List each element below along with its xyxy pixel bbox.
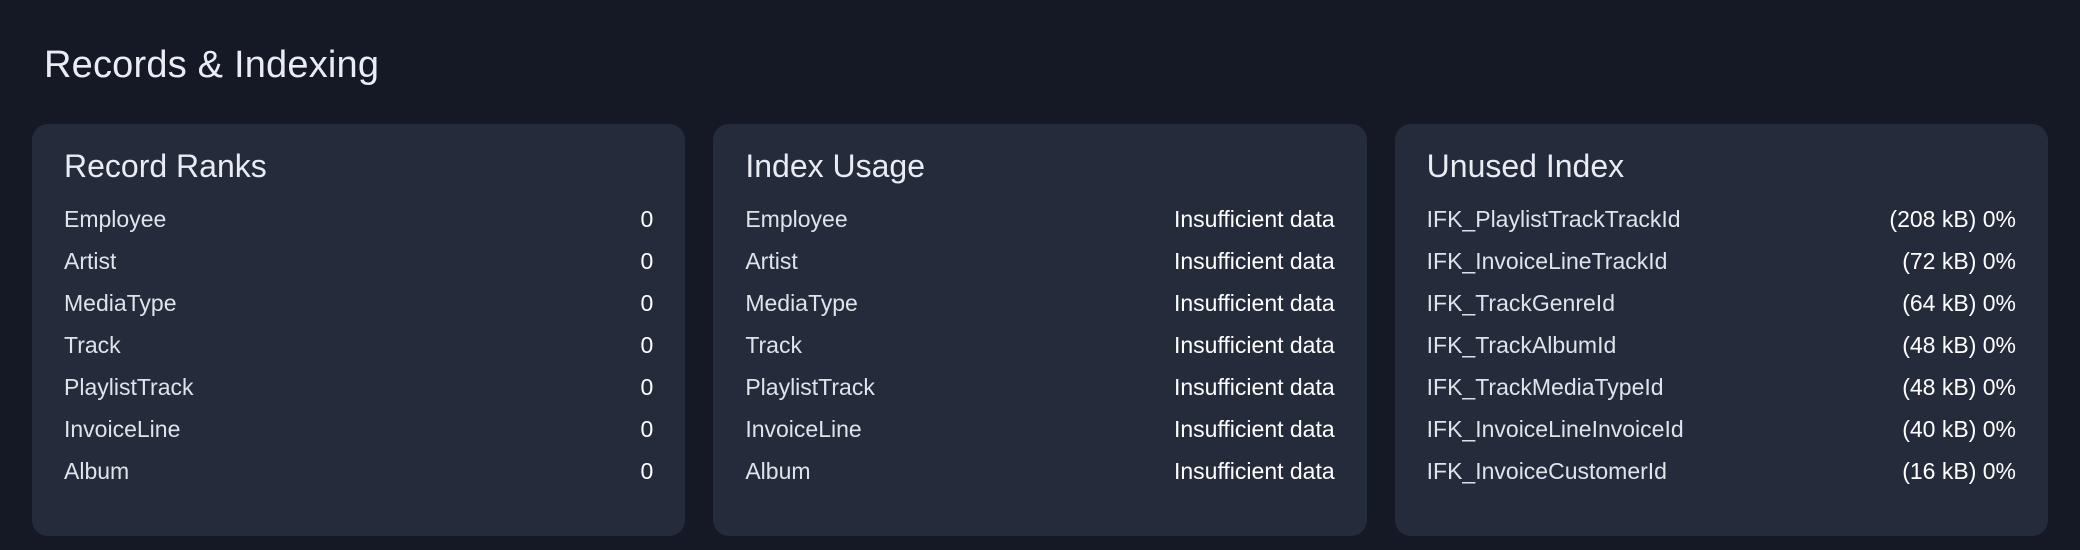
list-item[interactable]: InvoiceLine Insufficient data (741, 416, 1338, 458)
row-value: (72 kB) 0% (1902, 248, 2016, 274)
page-title: Records & Indexing (44, 44, 380, 87)
row-label: IFK_TrackAlbumId (1426, 332, 1617, 358)
row-label: IFK_TrackMediaTypeId (1426, 374, 1664, 400)
row-label: PlaylistTrack (64, 374, 194, 400)
list-item[interactable]: IFK_InvoiceLineTrackId (72 kB) 0% (1423, 248, 2020, 290)
list-item[interactable]: Employee Insufficient data (741, 206, 1338, 248)
row-value: Insufficient data (1173, 206, 1335, 232)
card-title-unused-index: Unused Index (1426, 148, 1625, 184)
row-label: InvoiceLine (64, 416, 181, 442)
row-value: (64 kB) 0% (1902, 290, 2016, 316)
row-value: 0 (640, 206, 654, 232)
row-value: (16 kB) 0% (1902, 458, 2016, 484)
card-title-record-ranks: Record Ranks (64, 148, 267, 184)
row-label: IFK_InvoiceLineInvoiceId (1426, 416, 1684, 442)
row-value: 0 (640, 416, 654, 442)
list-item[interactable]: IFK_TrackGenreId (64 kB) 0% (1423, 290, 2020, 332)
cards-container: Record Ranks Employee 0 Artist 0 MediaTy… (32, 124, 2048, 536)
list-item[interactable]: InvoiceLine 0 (60, 416, 657, 458)
row-label: Album (64, 458, 130, 484)
list-item[interactable]: PlaylistTrack Insufficient data (741, 374, 1338, 416)
row-value: 0 (640, 374, 654, 400)
card-record-ranks: Record Ranks Employee 0 Artist 0 MediaTy… (32, 124, 686, 536)
row-label: IFK_PlaylistTrackTrackId (1426, 206, 1681, 232)
list-item[interactable]: Album 0 (60, 458, 657, 500)
row-value: Insufficient data (1173, 290, 1335, 316)
row-label: Track (745, 332, 802, 358)
list-item[interactable]: IFK_TrackAlbumId (48 kB) 0% (1423, 332, 2020, 374)
row-value: 0 (640, 290, 654, 316)
row-label: Employee (64, 206, 167, 232)
row-value: Insufficient data (1173, 332, 1335, 358)
row-value: 0 (640, 248, 654, 274)
row-value: (208 kB) 0% (1889, 206, 2016, 232)
list-item[interactable]: Track 0 (60, 332, 657, 374)
list-item[interactable]: PlaylistTrack 0 (60, 374, 657, 416)
unused-index-list: IFK_PlaylistTrackTrackId (208 kB) 0% IFK… (1423, 206, 2020, 500)
row-label: Employee (745, 206, 848, 232)
row-label: MediaType (745, 290, 858, 316)
row-label: IFK_TrackGenreId (1426, 290, 1615, 316)
row-value: Insufficient data (1173, 248, 1335, 274)
row-label: MediaType (64, 290, 177, 316)
row-label: Artist (745, 248, 798, 274)
records-indexing-page: Records & Indexing Record Ranks Employee… (0, 0, 2080, 550)
row-label: InvoiceLine (745, 416, 862, 442)
row-value: Insufficient data (1173, 416, 1335, 442)
index-usage-list: Employee Insufficient data Artist Insuff… (741, 206, 1338, 500)
row-value: 0 (640, 458, 654, 484)
row-label: PlaylistTrack (745, 374, 875, 400)
list-item[interactable]: IFK_InvoiceLineInvoiceId (40 kB) 0% (1423, 416, 2020, 458)
card-unused-index: Unused Index IFK_PlaylistTrackTrackId (2… (1394, 124, 2048, 536)
row-value: (40 kB) 0% (1902, 416, 2016, 442)
row-label: Album (745, 458, 811, 484)
list-item[interactable]: IFK_InvoiceCustomerId (16 kB) 0% (1423, 458, 2020, 500)
list-item[interactable]: Album Insufficient data (741, 458, 1338, 500)
list-item[interactable]: Artist Insufficient data (741, 248, 1338, 290)
row-value: (48 kB) 0% (1902, 332, 2016, 358)
row-value: 0 (640, 332, 654, 358)
row-label: IFK_InvoiceLineTrackId (1426, 248, 1668, 274)
list-item[interactable]: IFK_PlaylistTrackTrackId (208 kB) 0% (1423, 206, 2020, 248)
row-label: Track (64, 332, 121, 358)
row-label: Artist (64, 248, 117, 274)
list-item[interactable]: Employee 0 (60, 206, 657, 248)
list-item[interactable]: MediaType 0 (60, 290, 657, 332)
list-item[interactable]: MediaType Insufficient data (741, 290, 1338, 332)
row-label: IFK_InvoiceCustomerId (1426, 458, 1667, 484)
row-value: (48 kB) 0% (1902, 374, 2016, 400)
list-item[interactable]: IFK_TrackMediaTypeId (48 kB) 0% (1423, 374, 2020, 416)
row-value: Insufficient data (1173, 458, 1335, 484)
card-index-usage: Index Usage Employee Insufficient data A… (713, 124, 1367, 536)
card-title-index-usage: Index Usage (745, 148, 925, 184)
row-value: Insufficient data (1173, 374, 1335, 400)
list-item[interactable]: Track Insufficient data (741, 332, 1338, 374)
list-item[interactable]: Artist 0 (60, 248, 657, 290)
record-ranks-list: Employee 0 Artist 0 MediaType 0 Track 0 … (60, 206, 657, 500)
